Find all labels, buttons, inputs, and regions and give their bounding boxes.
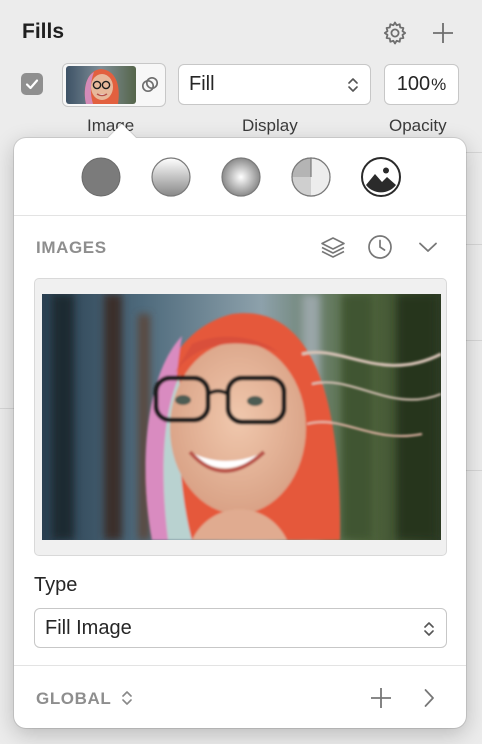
- angular-gradient-button[interactable]: [290, 156, 332, 198]
- clock-icon[interactable]: [365, 232, 395, 262]
- image-fill-button[interactable]: [360, 156, 402, 198]
- type-label: Type: [34, 574, 78, 596]
- updown-chevron-icon: [424, 622, 434, 636]
- angular-gradient-icon: [291, 157, 331, 197]
- image-fill-icon: [361, 157, 401, 197]
- radial-gradient-icon: [221, 157, 261, 197]
- layers-icon[interactable]: [318, 232, 348, 262]
- image-type-value: Fill Image: [45, 616, 132, 639]
- opacity-value: 100: [396, 73, 431, 95]
- solid-circle-icon: [81, 157, 121, 197]
- image-thumbnail[interactable]: [66, 66, 136, 104]
- image-type-select[interactable]: Fill Image: [34, 608, 447, 648]
- display-select[interactable]: Fill: [178, 64, 371, 105]
- images-header: IMAGES: [36, 238, 107, 257]
- image-preview: [42, 294, 441, 540]
- panel-divider: [466, 152, 482, 153]
- chevron-right-icon[interactable]: [414, 683, 444, 713]
- display-label: Display: [242, 116, 298, 135]
- panel-divider: [466, 470, 482, 471]
- solid-fill-button[interactable]: [80, 156, 122, 198]
- fill-popover: IMAGES Type Fill Image GLOBAL: [14, 138, 466, 728]
- image-preview-well[interactable]: [34, 278, 447, 556]
- fill-enabled-checkbox[interactable]: [21, 73, 43, 95]
- display-value: Fill: [189, 73, 215, 95]
- radial-gradient-button[interactable]: [220, 156, 262, 198]
- panel-divider: [466, 340, 482, 341]
- plus-icon[interactable]: [428, 18, 458, 48]
- global-label: GLOBAL: [36, 689, 112, 708]
- opacity-label: Opacity: [389, 116, 447, 135]
- updown-chevron-icon: [122, 691, 133, 705]
- linear-gradient-icon: [151, 157, 191, 197]
- fills-title: Fills: [22, 20, 65, 43]
- opacity-unit: %: [431, 74, 447, 94]
- linear-gradient-button[interactable]: [150, 156, 192, 198]
- panel-divider: [466, 244, 482, 245]
- image-fill-swatch[interactable]: [62, 63, 166, 107]
- add-global-icon[interactable]: [366, 683, 396, 713]
- chevron-down-icon[interactable]: [413, 232, 443, 262]
- opacity-input[interactable]: 100%: [384, 64, 459, 105]
- panel-divider: [0, 408, 14, 409]
- popover-divider: [14, 215, 466, 216]
- global-colors-dropdown[interactable]: GLOBAL: [36, 688, 134, 709]
- link-icon[interactable]: [137, 72, 163, 98]
- updown-chevron-icon: [348, 78, 358, 92]
- gear-icon[interactable]: [380, 18, 410, 48]
- popover-divider: [14, 665, 466, 666]
